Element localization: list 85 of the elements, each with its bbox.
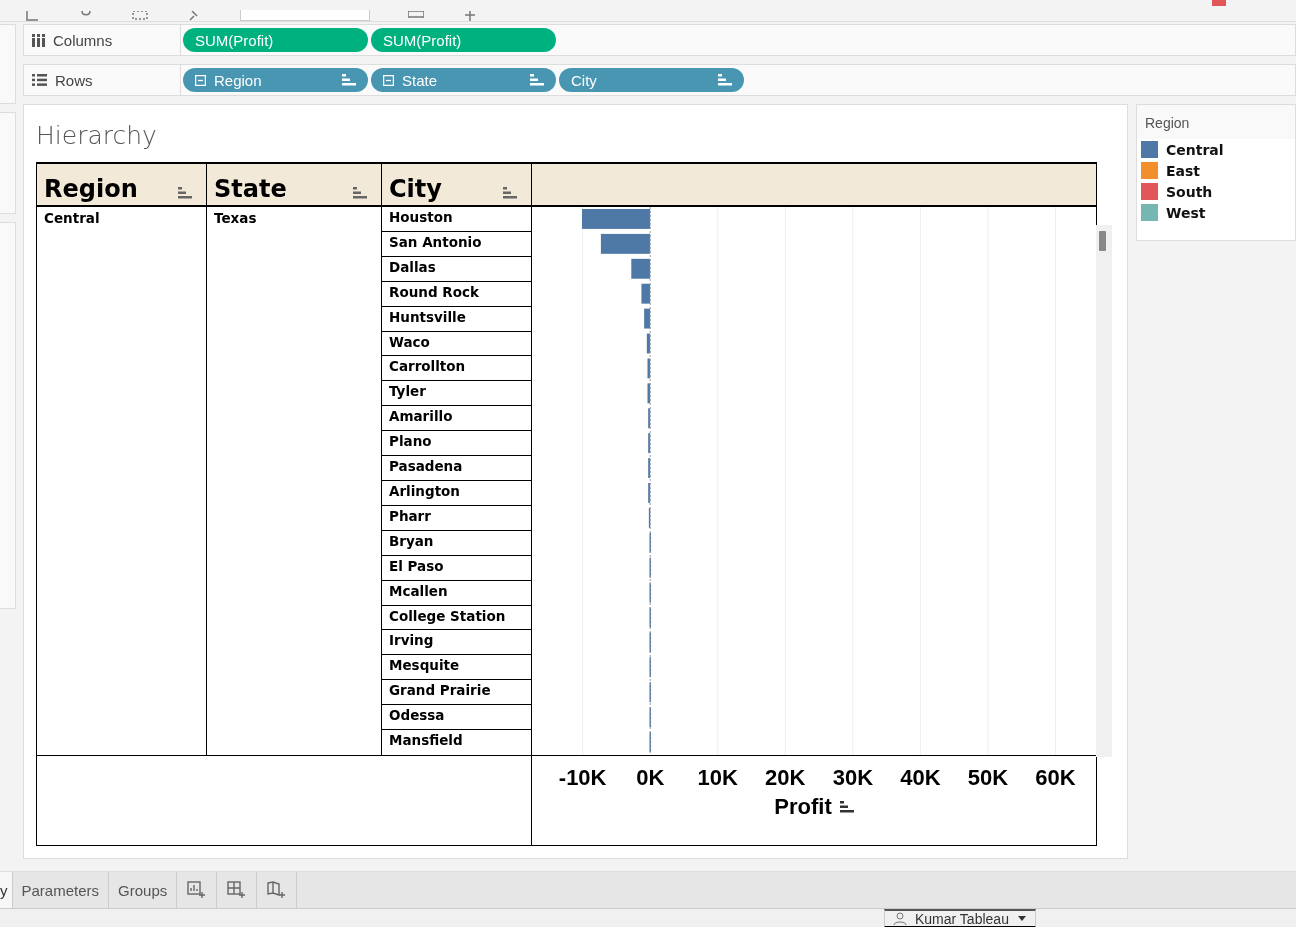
axis-tick-label: 40K <box>900 765 941 790</box>
field-pill[interactable]: SUM(Profit) <box>371 28 556 52</box>
toolbar-icon[interactable] <box>24 11 40 21</box>
legend-label: West <box>1166 204 1206 221</box>
bar <box>649 732 652 752</box>
axis-tick-label: 20K <box>765 765 806 790</box>
collapse-icon[interactable] <box>383 74 394 86</box>
toolbar-icon[interactable] <box>408 11 424 21</box>
table-cell: Carrollton <box>382 356 531 382</box>
bar <box>648 458 651 478</box>
header-label: City <box>389 175 442 203</box>
table-cell: San Antonio <box>382 231 531 257</box>
field-pill[interactable]: City <box>559 68 744 92</box>
bar <box>648 507 651 528</box>
toolbar-icon[interactable] <box>462 11 478 21</box>
field-pill[interactable]: SUM(Profit) <box>183 28 368 52</box>
legend-label: East <box>1166 162 1201 179</box>
axis-title: Profit <box>774 794 832 820</box>
table-cell: El Paso <box>382 555 531 581</box>
bar <box>649 532 652 553</box>
user-icon <box>893 911 907 926</box>
table-cell: Tyler <box>382 381 531 407</box>
table-cell: Mcallen <box>382 580 531 606</box>
bar <box>582 209 651 229</box>
legend-label: South <box>1166 183 1213 200</box>
bar <box>648 408 651 429</box>
bar <box>649 657 652 678</box>
table-cell: Amarillo <box>382 406 531 432</box>
sheet-tab[interactable]: y <box>0 872 13 908</box>
columns-icon <box>32 33 45 47</box>
bar <box>648 433 651 454</box>
bar <box>647 383 651 404</box>
user-menu[interactable]: Kumar Tableau <box>884 909 1036 927</box>
table-cell: Plano <box>382 431 531 457</box>
toolbar-icon[interactable] <box>132 11 148 21</box>
bar <box>649 707 652 728</box>
table-cell: Arlington <box>382 480 531 506</box>
axis-tick-label: 60K <box>1035 765 1076 790</box>
field-pill[interactable]: State <box>371 68 556 92</box>
bar <box>648 483 651 503</box>
scrollbar[interactable] <box>1096 225 1112 757</box>
bar <box>646 333 651 354</box>
sheet-title: Hierarchy <box>36 121 158 150</box>
axis-tick-label: 50K <box>967 765 1009 790</box>
table-cell: Round Rock <box>382 281 531 307</box>
table-cell: Huntsville <box>382 306 531 332</box>
table-cell: Grand Prairie <box>382 680 531 706</box>
table-cell: Texas <box>206 207 381 755</box>
caret-icon <box>1016 915 1027 922</box>
table-cell: Pasadena <box>382 456 531 481</box>
table-cell: Bryan <box>382 530 531 556</box>
bar <box>644 308 651 329</box>
sort-icon[interactable] <box>839 801 854 813</box>
axis-tick-label: -10K <box>558 765 607 790</box>
table-cell: Odessa <box>382 705 531 731</box>
table-cell: Dallas <box>382 256 531 282</box>
table-cell: Irving <box>382 630 531 656</box>
table-cell: College Station <box>382 605 531 631</box>
table-cell: Waco <box>382 331 531 357</box>
table-cell: Pharr <box>382 505 531 531</box>
table-cell: Houston <box>382 207 531 232</box>
header-label: Region <box>44 175 138 203</box>
rows-icon <box>32 74 47 86</box>
legend-label: Central <box>1166 141 1224 158</box>
bar <box>641 283 651 304</box>
table-cell: Central <box>36 207 206 755</box>
table-cell: Mesquite <box>382 655 531 681</box>
axis-tick-label: 30K <box>832 765 873 790</box>
header-label: State <box>214 175 287 203</box>
axis-tick-label: 10K <box>697 765 738 790</box>
bar <box>649 632 652 653</box>
bar <box>649 682 652 703</box>
collapse-icon[interactable] <box>195 74 206 86</box>
bar <box>647 358 651 379</box>
bar <box>649 582 652 603</box>
shelf-label: Rows <box>55 71 93 89</box>
field-pill[interactable]: Region <box>183 68 368 92</box>
bar <box>649 557 652 578</box>
legend-title: Region <box>1137 105 1295 139</box>
axis-tick-label: 0K <box>636 765 665 790</box>
table-cell-text: Mansfield <box>388 731 464 751</box>
shelf-label: Columns <box>53 31 113 49</box>
bar <box>600 233 651 254</box>
bar <box>631 258 651 279</box>
bar <box>649 607 652 628</box>
